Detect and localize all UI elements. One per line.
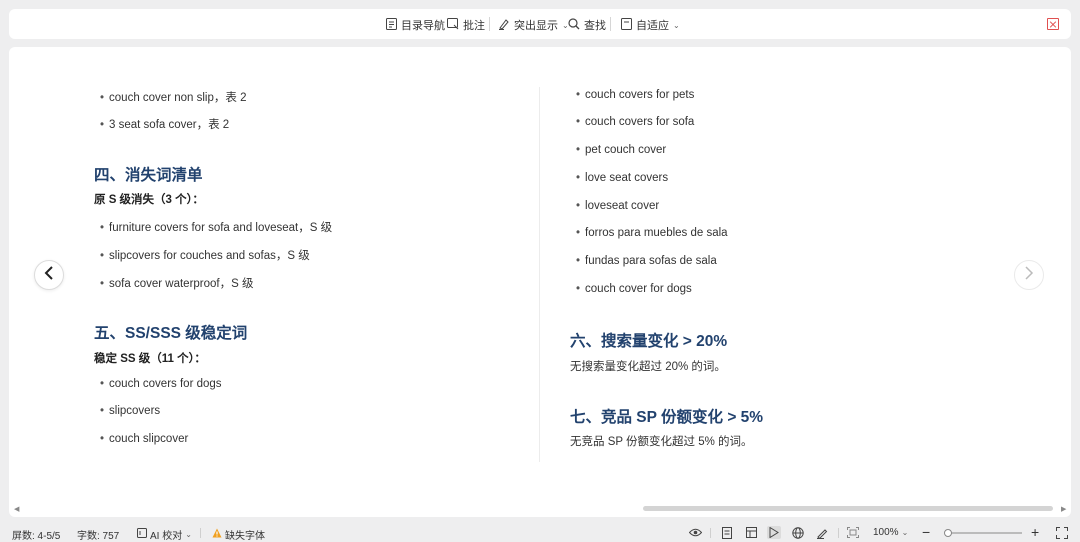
annotate-button[interactable]: 批注 [447, 17, 485, 33]
section-text: 无竞品 SP 份额变化超过 5% 的词。 [570, 436, 753, 448]
chevron-down-icon: ⌄ [673, 20, 680, 30]
list-item: couch covers for pets [576, 89, 694, 101]
ai-check-button[interactable]: AI 校对 ⌄ [137, 527, 192, 542]
globe-icon[interactable] [791, 526, 805, 539]
highlight-button[interactable]: 突出显示 ⌄ [498, 17, 569, 33]
ai-check-label: AI 校对 [150, 531, 183, 542]
toc-icon [386, 17, 397, 33]
missing-font-label: 缺失字体 [225, 531, 265, 542]
list-item: love seat covers [576, 172, 668, 184]
section-subheading: 稳定 SS 级（11 个）： [94, 353, 206, 365]
chevron-left-icon [44, 265, 54, 285]
highlighter-icon [498, 18, 510, 33]
zoom-level[interactable]: 100% ⌄ [873, 527, 908, 538]
document-page: couch cover non slip，表 2 3 seat sofa cov… [9, 47, 1071, 517]
fit-window-icon[interactable] [846, 526, 860, 539]
chevron-down-icon: ⌄ [901, 528, 909, 537]
scroll-left-arrow-icon[interactable]: ◀ [14, 505, 19, 513]
ai-icon [137, 528, 147, 541]
zoom-slider-handle[interactable] [944, 529, 952, 537]
section-heading: 五、SS/SSS 级稳定词 [94, 325, 248, 342]
toolbar-divider [610, 17, 611, 31]
section-text: 无搜索量变化超过 20% 的词。 [570, 361, 726, 373]
list-item: couch covers for sofa [576, 116, 694, 128]
list-item: couch cover for dogs [576, 283, 692, 295]
scroll-right-arrow-icon[interactable]: ▶ [1061, 505, 1066, 513]
chevron-down-icon: ⌄ [185, 530, 192, 539]
zoom-out-button[interactable]: − [922, 524, 930, 540]
column-divider [539, 87, 540, 462]
status-divider [710, 528, 711, 538]
list-item: slipcovers [100, 405, 160, 417]
chevron-right-icon [1024, 265, 1034, 285]
list-item: sofa cover waterproof，S 级 [100, 275, 253, 291]
status-bar: 屏数: 4-5/5 字数: 757 AI 校对 ⌄ 缺失字体 100% ⌄ − … [0, 523, 1080, 542]
section-heading: 七、竞品 SP 份额变化 > 5% [570, 409, 764, 426]
list-item: slipcovers for couches and sofas，S 级 [100, 247, 310, 263]
zoom-in-button[interactable]: + [1031, 524, 1039, 540]
annotate-label: 批注 [463, 20, 485, 32]
horizontal-scrollbar-thumb[interactable] [643, 506, 1053, 511]
find-button[interactable]: 查找 [568, 17, 606, 33]
top-toolbar: 目录导航 批注 突出显示 ⌄ 查找 自适应 ⌄ [9, 9, 1071, 39]
zoom-level-value: 100% [873, 527, 899, 538]
list-item: furniture covers for sofa and loveseat，S… [100, 219, 332, 235]
previous-page-button[interactable] [34, 260, 64, 290]
screen-count: 屏数: 4-5/5 [12, 531, 61, 542]
section-heading: 四、消失词清单 [94, 167, 203, 184]
list-item: couch cover non slip，表 2 [100, 89, 246, 105]
list-item: 3 seat sofa cover，表 2 [100, 116, 229, 132]
pen-icon[interactable] [815, 526, 829, 539]
list-item: fundas para sofas de sala [576, 255, 717, 267]
toolbar-divider [489, 17, 490, 31]
section-heading: 六、搜索量变化 > 20% [570, 333, 728, 350]
fit-label: 自适应 [636, 20, 669, 32]
annotate-icon [447, 17, 459, 33]
next-page-button[interactable] [1014, 260, 1044, 290]
warning-icon [212, 528, 222, 541]
fit-button[interactable]: 自适应 ⌄ [621, 17, 680, 33]
toc-nav-label: 目录导航 [401, 20, 445, 32]
eye-icon[interactable] [688, 526, 702, 539]
word-count[interactable]: 字数: 757 [77, 527, 119, 542]
list-item: pet couch cover [576, 144, 666, 156]
list-item: couch covers for dogs [100, 378, 222, 390]
close-icon[interactable] [1047, 18, 1059, 30]
status-divider [838, 528, 839, 538]
section-subheading: 原 S 级消失（3 个）： [94, 194, 204, 206]
list-item: loveseat cover [576, 200, 659, 212]
list-item: forros para muebles de sala [576, 227, 728, 239]
missing-font-button[interactable]: 缺失字体 [212, 527, 265, 542]
highlight-label: 突出显示 [514, 20, 558, 32]
find-label: 查找 [584, 20, 606, 32]
status-divider [200, 528, 201, 538]
play-icon[interactable] [767, 526, 781, 539]
fit-page-icon [621, 17, 632, 33]
zoom-slider-track[interactable] [946, 532, 1022, 534]
search-icon [568, 17, 580, 33]
list-item: couch slipcover [100, 433, 188, 445]
page-view-icon[interactable] [720, 526, 734, 539]
toc-nav-button[interactable]: 目录导航 [386, 17, 445, 33]
outline-view-icon[interactable] [744, 526, 758, 539]
fullscreen-icon[interactable] [1055, 526, 1069, 539]
